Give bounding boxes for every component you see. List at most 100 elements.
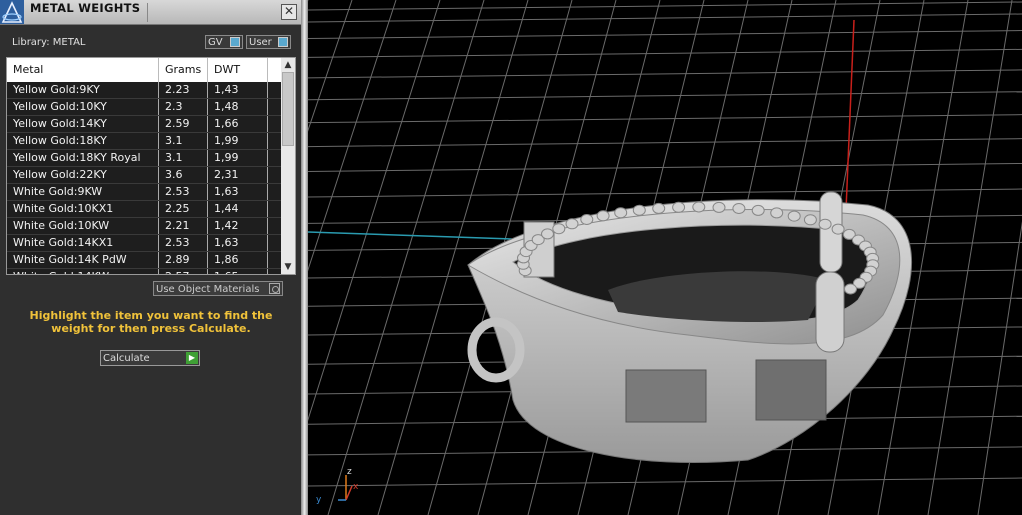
scroll-down-icon[interactable]: ▼ bbox=[281, 260, 295, 274]
cell-grams: 2.59 bbox=[159, 116, 208, 132]
viewport-scene: z x y bbox=[308, 0, 1022, 515]
use-object-materials-label: Use Object Materials bbox=[156, 284, 260, 295]
cell-metal: White Gold:10KX1 bbox=[7, 201, 159, 217]
bead bbox=[803, 214, 817, 226]
app-logo-icon bbox=[0, 0, 24, 24]
table-row[interactable]: Yellow Gold:10KY 2.3 1,48 bbox=[7, 99, 281, 116]
cell-dwt: 1,48 bbox=[208, 99, 268, 115]
cell-dwt: 1,63 bbox=[208, 235, 268, 251]
bead bbox=[831, 223, 845, 235]
cell-grams: 2.89 bbox=[159, 252, 208, 268]
bead bbox=[614, 207, 628, 219]
cell-dwt: 1,99 bbox=[208, 150, 268, 166]
cell-dwt: 1,42 bbox=[208, 218, 268, 234]
metal-table: Metal Grams DWT Yellow Gold:9KY 2.23 1,43 Y… bbox=[6, 57, 296, 275]
cell-metal: Yellow Gold:22KY bbox=[7, 167, 159, 183]
cell-metal: White Gold:14K PdW bbox=[7, 252, 159, 268]
cell-blank bbox=[268, 235, 281, 251]
cell-blank bbox=[268, 150, 281, 166]
table-row[interactable]: Yellow Gold:22KY 3.6 2,31 bbox=[7, 167, 281, 184]
bead bbox=[652, 202, 666, 214]
cell-grams: 3.1 bbox=[159, 133, 208, 149]
bead bbox=[565, 218, 579, 230]
cell-dwt: 1,63 bbox=[208, 184, 268, 200]
z-axis-line bbox=[845, 19, 855, 211]
table-row[interactable]: White Gold:10KX1 2.25 1,44 bbox=[7, 201, 281, 218]
column-header-metal[interactable]: Metal bbox=[7, 58, 159, 82]
cell-blank bbox=[268, 167, 281, 183]
bead bbox=[787, 210, 801, 222]
user-toggle-indicator bbox=[278, 37, 288, 47]
cell-grams: 2.53 bbox=[159, 184, 208, 200]
cell-blank bbox=[268, 99, 281, 115]
cell-metal: Yellow Gold:9KY bbox=[7, 82, 159, 98]
cell-metal: Yellow Gold:10KY bbox=[7, 99, 159, 115]
panel-title: METAL WEIGHTS bbox=[30, 1, 141, 15]
table-row[interactable]: Yellow Gold:14KY 2.59 1,66 bbox=[7, 116, 281, 133]
bead bbox=[672, 201, 686, 213]
cell-blank bbox=[268, 184, 281, 200]
bead bbox=[541, 228, 554, 240]
cell-metal: Yellow Gold:18KY Royal bbox=[7, 150, 159, 166]
cell-dwt: 1,44 bbox=[208, 201, 268, 217]
column-header-blank bbox=[268, 58, 281, 82]
bead bbox=[552, 223, 566, 235]
cell-metal: White Gold:14KX1 bbox=[7, 235, 159, 251]
gizmo-y-label: y bbox=[316, 495, 322, 505]
table-row[interactable]: White Gold:14KW2.571,65 bbox=[7, 269, 281, 274]
table-row[interactable]: White Gold:14KX1 2.53 1,63 bbox=[7, 235, 281, 252]
gv-toggle[interactable]: GV bbox=[205, 35, 243, 49]
cell-blank bbox=[268, 252, 281, 268]
gv-toggle-indicator bbox=[230, 37, 240, 47]
bead bbox=[632, 204, 646, 216]
table-row[interactable]: White Gold:14K PdW 2.89 1,86 bbox=[7, 252, 281, 269]
cell-blank bbox=[268, 82, 281, 98]
play-icon: ▶ bbox=[186, 352, 198, 364]
cell-blank bbox=[268, 218, 281, 234]
gizmo-z-label: z bbox=[347, 467, 352, 477]
table-row[interactable]: Yellow Gold:18KY 3.1 1,99 bbox=[7, 133, 281, 150]
cell-grams: 2.25 bbox=[159, 201, 208, 217]
cell-dwt: 1,86 bbox=[208, 252, 268, 268]
close-button[interactable]: ✕ bbox=[281, 4, 297, 20]
use-object-materials-checkbox[interactable] bbox=[269, 283, 280, 294]
gv-toggle-label: GV bbox=[208, 37, 223, 48]
table-row[interactable]: Yellow Gold:9KY 2.23 1,43 bbox=[7, 82, 281, 99]
column-header-dwt[interactable]: DWT bbox=[208, 58, 268, 82]
title-separator bbox=[147, 3, 148, 22]
instruction-text: Highlight the item you want to find the … bbox=[29, 309, 273, 335]
cell-blank bbox=[268, 116, 281, 132]
cell-grams: 3.6 bbox=[159, 167, 208, 183]
table-row[interactable]: White Gold:9KW 2.53 1,63 bbox=[7, 184, 281, 201]
table-row[interactable]: Yellow Gold:18KY Royal 3.1 1,99 bbox=[7, 150, 281, 167]
title-bar[interactable]: METAL WEIGHTS ✕ bbox=[0, 0, 301, 25]
cell-dwt: 1,43 bbox=[208, 82, 268, 98]
user-toggle[interactable]: User bbox=[246, 35, 291, 49]
cell-metal: White Gold:14KW bbox=[7, 269, 159, 274]
table-row[interactable]: White Gold:10KW 2.21 1,42 bbox=[7, 218, 281, 235]
splitter[interactable] bbox=[301, 0, 308, 515]
gizmo-x-label: x bbox=[353, 482, 359, 492]
calculate-button[interactable]: Calculate ▶ bbox=[100, 350, 200, 366]
3d-viewport[interactable]: z x y bbox=[308, 0, 1022, 515]
bead bbox=[770, 207, 784, 219]
cell-blank bbox=[268, 269, 281, 274]
bead bbox=[712, 201, 726, 213]
cell-dwt: 1,99 bbox=[208, 133, 268, 149]
calculate-label: Calculate bbox=[103, 353, 150, 364]
bead bbox=[596, 210, 610, 222]
cell-metal: Yellow Gold:18KY bbox=[7, 133, 159, 149]
metal-weights-panel: METAL WEIGHTS ✕ Library: METAL GV User M… bbox=[0, 0, 301, 515]
bead bbox=[818, 218, 832, 230]
use-object-materials-toggle[interactable]: Use Object Materials bbox=[153, 281, 283, 296]
cell-grams: 2.23 bbox=[159, 82, 208, 98]
column-header-grams[interactable]: Grams bbox=[159, 58, 208, 82]
bead bbox=[844, 283, 857, 295]
cell-blank bbox=[268, 201, 281, 217]
table-scrollbar[interactable]: ▲ ▼ bbox=[281, 58, 295, 274]
table-header: Metal Grams DWT bbox=[7, 58, 281, 82]
scroll-up-icon[interactable]: ▲ bbox=[281, 58, 295, 72]
cell-grams: 2.21 bbox=[159, 218, 208, 234]
cell-grams: 2.53 bbox=[159, 235, 208, 251]
scroll-thumb[interactable] bbox=[282, 72, 294, 146]
